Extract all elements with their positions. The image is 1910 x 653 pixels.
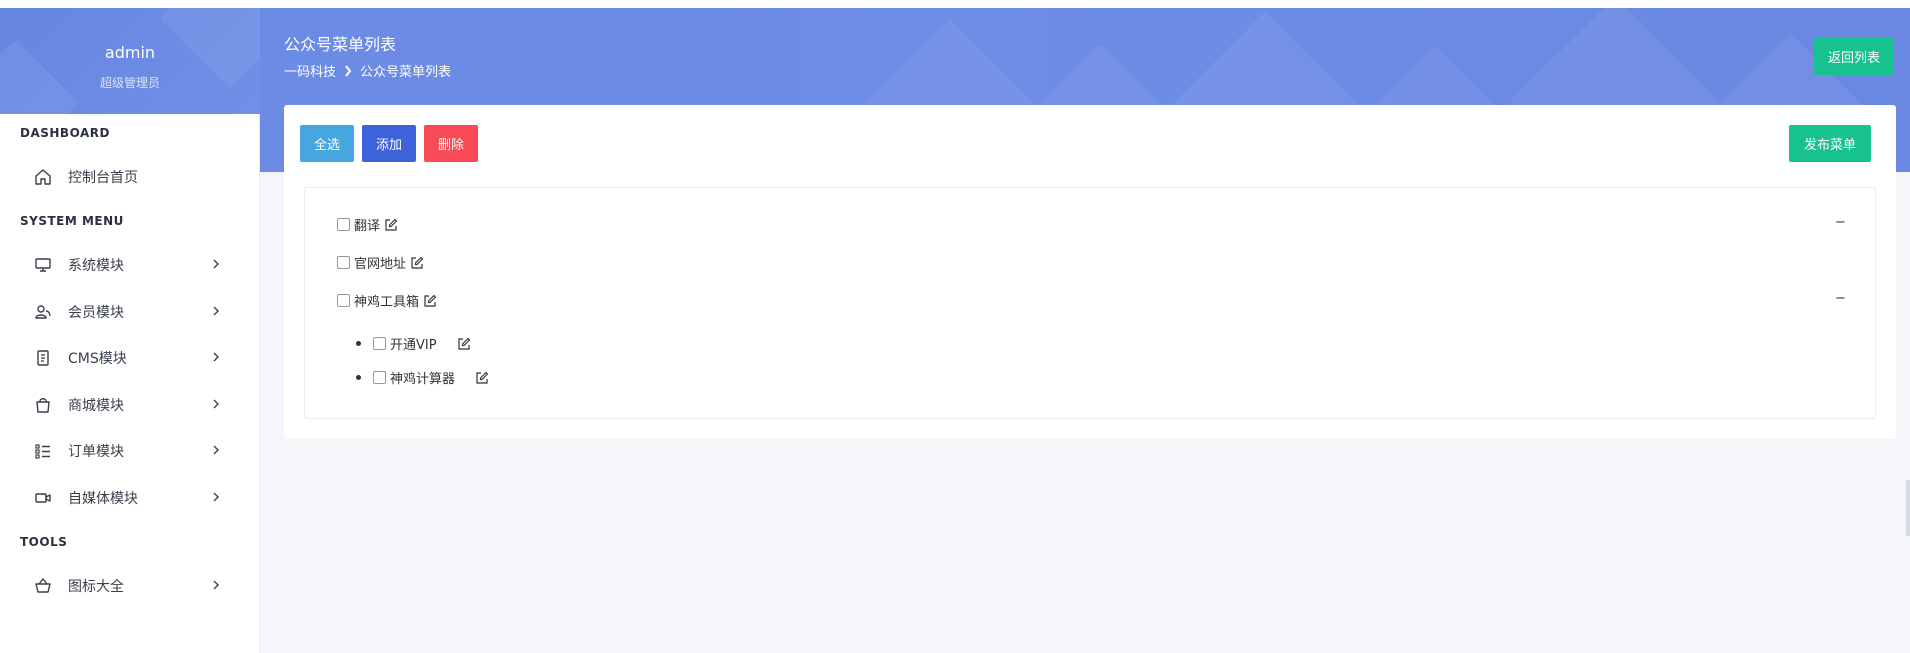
profile-panel: admin 超级管理员 (0, 8, 260, 114)
publish-menu-button[interactable]: 发布菜单 (1789, 125, 1871, 162)
collapse-toggle[interactable]: − (1835, 215, 1846, 230)
chevron-right-icon (213, 492, 219, 502)
breadcrumb-home[interactable]: 一码科技 (284, 61, 336, 80)
sidebar-item-cms-module[interactable]: CMS模块 (0, 337, 260, 377)
menu-item: 翻译 (337, 215, 398, 234)
sidebar-item-label: CMS模块 (68, 351, 127, 367)
monitor-icon (35, 258, 51, 272)
back-to-list-button[interactable]: 返回列表 (1814, 37, 1894, 75)
sidebar-item-label: 系统模块 (68, 258, 124, 274)
menu-list-card: 全选 添加 删除 发布菜单 翻译 − 官网地址 神鸡工具箱 − 开通VIP 神鸡… (284, 105, 1896, 439)
sidebar-item-label: 自媒体模块 (68, 491, 138, 507)
submenu-item: 神鸡计算器 (373, 368, 489, 387)
sidebar-item-member-module[interactable]: 会员模块 (0, 291, 260, 331)
chevron-right-icon (213, 259, 219, 269)
scrollbar-handle[interactable] (1906, 480, 1910, 536)
edit-icon[interactable] (410, 256, 424, 270)
sidebar-item-shop-module[interactable]: 商城模块 (0, 384, 260, 424)
sidebar-item-label: 商城模块 (68, 398, 124, 414)
nav-section-system-menu: SYSTEM MENU (20, 214, 124, 228)
chevron-right-icon (213, 445, 219, 455)
menu-item: 官网地址 (337, 253, 424, 272)
menu-tree: 翻译 − 官网地址 神鸡工具箱 − 开通VIP 神鸡计算器 (304, 187, 1876, 419)
edit-icon[interactable] (384, 218, 398, 232)
list-bullet (356, 341, 361, 346)
select-all-button[interactable]: 全选 (300, 125, 354, 162)
menu-item-label: 开通VIP (390, 338, 437, 353)
menu-item-label: 翻译 (354, 219, 381, 234)
menu-item-checkbox[interactable] (373, 337, 386, 350)
document-icon (37, 350, 49, 366)
menu-item: 神鸡工具箱 (337, 291, 437, 310)
sidebar-item-order-module[interactable]: 订单模块 (0, 430, 260, 470)
delete-button[interactable]: 删除 (424, 125, 478, 162)
chevron-right-icon (213, 580, 219, 590)
chevron-right-icon (213, 306, 219, 316)
sidebar-item-icon-gallery[interactable]: 图标大全 (0, 565, 260, 605)
home-icon (35, 169, 51, 185)
list-icon (35, 444, 50, 459)
menu-item-label: 神鸡工具箱 (354, 295, 420, 310)
sidebar-item-label: 图标大全 (68, 579, 124, 595)
sidebar-item-label: 会员模块 (68, 305, 124, 321)
nav-section-dashboard: DASHBOARD (20, 126, 110, 140)
edit-icon[interactable] (475, 371, 489, 385)
submenu-item: 开通VIP (373, 334, 471, 353)
page-title: 公众号菜单列表 (284, 35, 397, 54)
menu-item-label: 官网地址 (354, 257, 407, 272)
breadcrumb: 一码科技 公众号菜单列表 (284, 61, 451, 80)
add-button[interactable]: 添加 (362, 125, 416, 162)
list-bullet (356, 375, 361, 380)
users-icon (35, 305, 51, 319)
shopping-bag-icon (36, 398, 50, 413)
menu-item-checkbox[interactable] (337, 218, 350, 231)
menu-item-label: 神鸡计算器 (390, 372, 456, 387)
video-icon (35, 493, 51, 503)
profile-role: 超级管理员 (99, 76, 160, 90)
chevron-right-icon (345, 64, 352, 77)
sidebar: admin 超级管理员 DASHBOARD 控制台首页 SYSTEM MENU … (0, 8, 260, 653)
menu-item-checkbox[interactable] (373, 371, 386, 384)
chevron-right-icon (213, 399, 219, 409)
edit-icon[interactable] (423, 294, 437, 308)
chevron-right-icon (213, 352, 219, 362)
profile-name[interactable]: admin (0, 43, 260, 62)
sidebar-item-system-module[interactable]: 系统模块 (0, 244, 260, 284)
sidebar-item-label: 控制台首页 (68, 170, 138, 186)
sidebar-item-media-module[interactable]: 自媒体模块 (0, 477, 260, 517)
breadcrumb-current: 公众号菜单列表 (360, 65, 452, 80)
sidebar-item-dashboard-home[interactable]: 控制台首页 (0, 156, 260, 196)
basket-icon (35, 577, 51, 593)
sidebar-item-label: 订单模块 (68, 444, 124, 460)
menu-item-checkbox[interactable] (337, 294, 350, 307)
edit-icon[interactable] (457, 337, 471, 351)
nav-section-tools: TOOLS (20, 535, 68, 549)
collapse-toggle[interactable]: − (1835, 291, 1846, 306)
menu-item-checkbox[interactable] (337, 256, 350, 269)
top-strip (0, 0, 1910, 8)
